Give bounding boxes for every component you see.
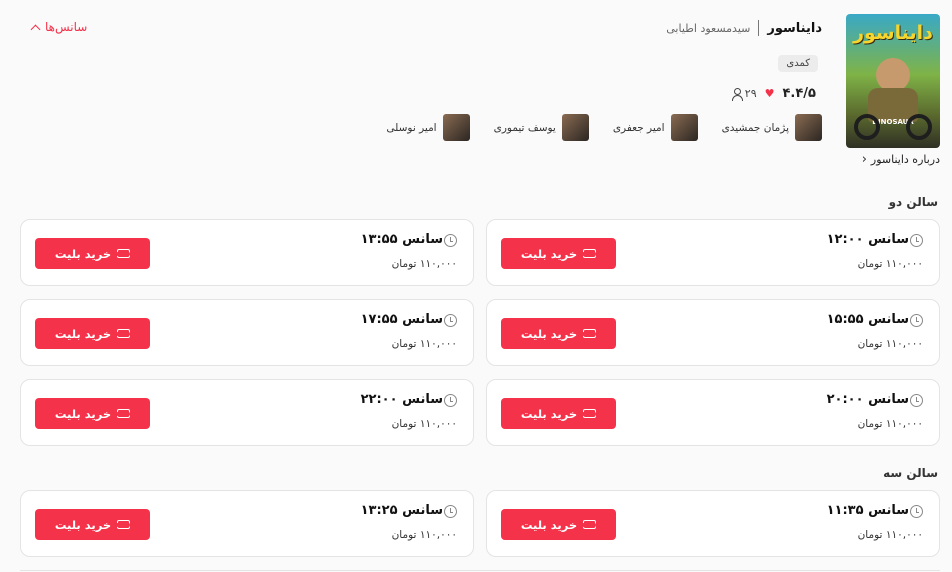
avatar — [670, 114, 698, 141]
clock-icon — [444, 394, 457, 407]
buy-ticket-label: خرید بلیت — [54, 246, 112, 261]
buy-ticket-button[interactable]: خرید بلیت — [35, 509, 150, 540]
poster-wheel — [854, 114, 880, 140]
hall-title: سالن دو — [888, 195, 938, 209]
buy-ticket-button[interactable]: خرید بلیت — [35, 398, 150, 429]
buy-ticket-button[interactable]: خرید بلیت — [501, 509, 616, 540]
about-film-link[interactable]: درباره دایناسور ‹ — [862, 152, 940, 167]
cast-name: امیر نوسلی — [386, 121, 437, 134]
film-director[interactable]: سیدمسعود اطیابی — [666, 22, 750, 35]
buy-ticket-label: خرید بلیت — [54, 326, 112, 341]
session-card: سانس ۱۵:۵۵ ۱۱۰,۰۰۰ تومان خرید بلیت — [486, 299, 940, 366]
ticket-icon — [115, 520, 132, 529]
session-card: سانس ۱۲:۰۰ ۱۱۰,۰۰۰ تومان خرید بلیت — [486, 219, 940, 286]
session-price: ۱۱۰,۰۰۰ تومان — [391, 338, 457, 350]
session-card: سانس ۱۱:۳۵ ۱۱۰,۰۰۰ تومان خرید بلیت — [486, 490, 940, 557]
session-time: سانس ۲۰:۰۰ — [826, 392, 909, 407]
film-header: دایناسور سیدمسعود اطیابی — [666, 20, 822, 36]
clock-icon — [910, 314, 923, 327]
film-title[interactable]: دایناسور — [767, 21, 822, 36]
cast-name: یوسف تیموری — [493, 121, 556, 134]
about-film-label: درباره دایناسور — [870, 153, 940, 166]
film-rating: ۴.۴/۵ — [782, 86, 817, 101]
cast-item[interactable]: یوسف تیموری — [494, 114, 589, 141]
session-price: ۱۱۰,۰۰۰ تومان — [391, 418, 457, 430]
buy-ticket-label: خرید بلیت — [54, 517, 112, 532]
buy-ticket-label: خرید بلیت — [520, 406, 578, 421]
session-card: سانس ۲۰:۰۰ ۱۱۰,۰۰۰ تومان خرید بلیت — [486, 379, 940, 446]
avatar — [561, 114, 589, 141]
ticket-icon — [115, 249, 132, 258]
ticket-icon — [581, 409, 598, 418]
sessions-toggle-label: سانس‌ها — [45, 20, 88, 34]
cast-item[interactable]: امیر جعفری — [613, 114, 698, 141]
genre-badge[interactable]: کمدی — [778, 55, 818, 72]
clock-icon — [444, 314, 457, 327]
session-price: ۱۱۰,۰۰۰ تومان — [857, 529, 923, 541]
buy-ticket-label: خرید بلیت — [520, 326, 578, 341]
cast-item[interactable]: امیر نوسلی — [386, 114, 470, 141]
session-price: ۱۱۰,۰۰۰ تومان — [391, 529, 457, 541]
chevron-up-icon — [30, 24, 41, 34]
cast-name: امیر جعفری — [612, 121, 665, 134]
clock-icon — [910, 234, 923, 247]
buy-ticket-button[interactable]: خرید بلیت — [35, 238, 150, 269]
buy-ticket-button[interactable]: خرید بلیت — [501, 318, 616, 349]
session-time: سانس ۱۲:۰۰ — [826, 232, 909, 247]
session-card: سانس ۲۲:۰۰ ۱۱۰,۰۰۰ تومان خرید بلیت — [20, 379, 474, 446]
buy-ticket-button[interactable]: خرید بلیت — [501, 398, 616, 429]
session-time: سانس ۲۲:۰۰ — [360, 392, 443, 407]
session-time: سانس ۱۷:۵۵ — [360, 312, 443, 327]
vote-count: ۲۹ — [731, 87, 757, 101]
heart-icon: ♥ — [764, 87, 775, 100]
buy-ticket-label: خرید بلیت — [520, 246, 578, 261]
hall-title: سالن سه — [883, 466, 938, 480]
ticket-icon — [115, 409, 132, 418]
buy-ticket-button[interactable]: خرید بلیت — [35, 318, 150, 349]
ticket-icon — [581, 329, 598, 338]
buy-ticket-button[interactable]: خرید بلیت — [501, 238, 616, 269]
cast-item[interactable]: پژمان جمشیدی — [722, 114, 822, 141]
session-card: سانس ۱۷:۵۵ ۱۱۰,۰۰۰ تومان خرید بلیت — [20, 299, 474, 366]
film-stats: ۴.۴/۵ ♥ ۲۹ — [731, 86, 816, 101]
session-card: سانس ۱۳:۲۵ ۱۱۰,۰۰۰ تومان خرید بلیت — [20, 490, 474, 557]
sessions-toggle[interactable]: سانس‌ها — [30, 20, 88, 34]
avatar — [442, 114, 470, 141]
chevron-left-icon: ‹ — [861, 152, 867, 167]
session-price: ۱۱۰,۰۰۰ تومان — [857, 258, 923, 270]
session-time: سانس ۱۳:۵۵ — [360, 232, 443, 247]
session-time: سانس ۱۳:۲۵ — [360, 503, 443, 518]
film-poster[interactable]: دایناسور DINOSAUR — [846, 14, 940, 148]
clock-icon — [444, 505, 457, 518]
buy-ticket-label: خرید بلیت — [54, 406, 112, 421]
ticket-icon — [581, 249, 598, 258]
cast-list: پژمان جمشیدی امیر جعفری یوسف تیموری امیر… — [362, 114, 822, 141]
buy-ticket-label: خرید بلیت — [520, 517, 578, 532]
session-price: ۱۱۰,۰۰۰ تومان — [857, 418, 923, 430]
clock-icon — [910, 505, 923, 518]
session-time: سانس ۱۱:۳۵ — [826, 503, 909, 518]
poster-figure — [876, 58, 910, 92]
session-time: سانس ۱۵:۵۵ — [826, 312, 909, 327]
session-price: ۱۱۰,۰۰۰ تومان — [857, 338, 923, 350]
ticket-icon — [581, 520, 598, 529]
poster-wheel — [906, 114, 932, 140]
poster-title: دایناسور — [853, 22, 934, 44]
avatar — [795, 114, 822, 141]
divider — [758, 20, 760, 36]
clock-icon — [910, 394, 923, 407]
session-card: سانس ۱۳:۵۵ ۱۱۰,۰۰۰ تومان خرید بلیت — [20, 219, 474, 286]
vote-count-value: ۲۹ — [744, 87, 757, 100]
ticket-icon — [115, 329, 132, 338]
user-icon — [731, 87, 743, 101]
session-price: ۱۱۰,۰۰۰ تومان — [391, 258, 457, 270]
cast-name: پژمان جمشیدی — [721, 121, 789, 134]
clock-icon — [444, 234, 457, 247]
